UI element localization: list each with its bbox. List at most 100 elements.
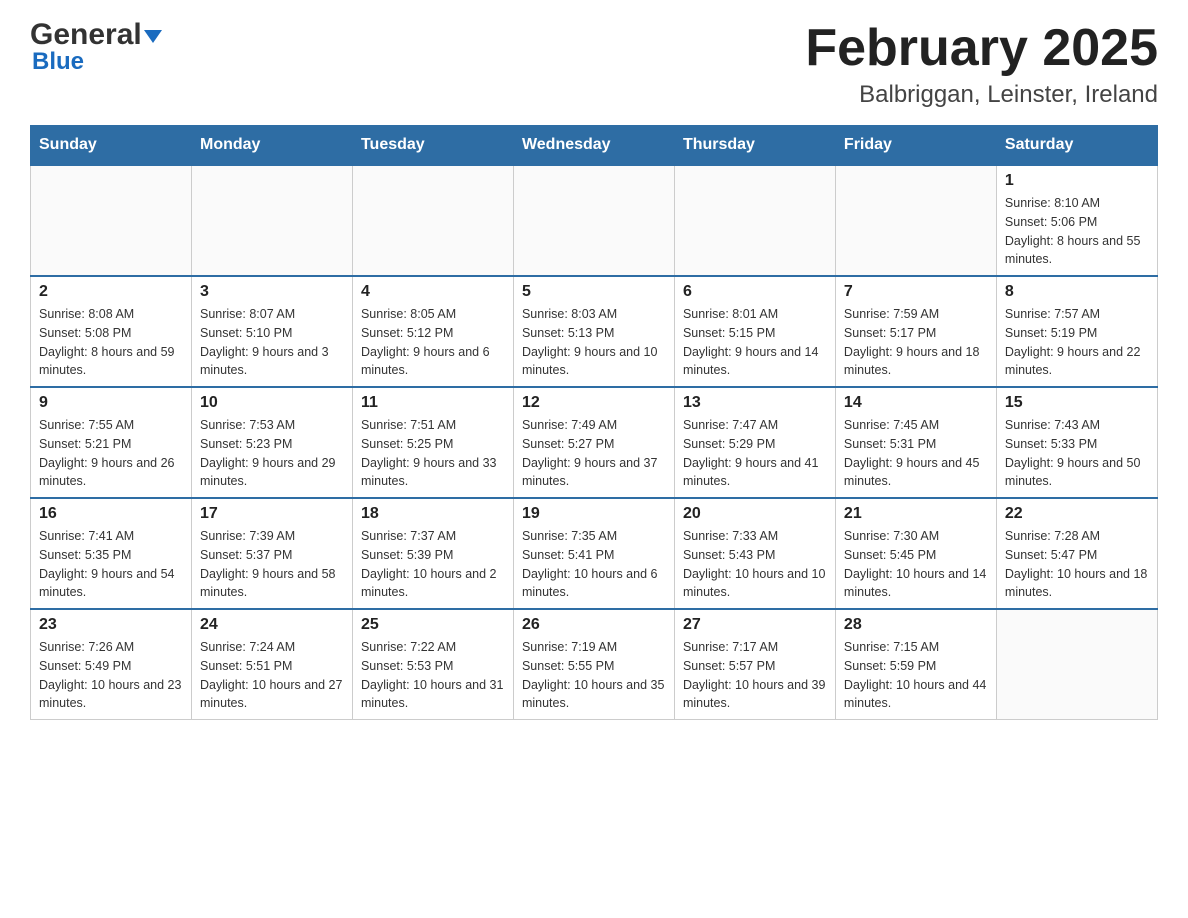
day-info: Sunrise: 7:49 AM Sunset: 5:27 PM Dayligh… <box>522 416 666 491</box>
day-header-sunday: Sunday <box>31 126 192 166</box>
calendar-cell: 5 Sunrise: 8:03 AM Sunset: 5:13 PM Daylig… <box>513 276 674 387</box>
day-info: Sunrise: 7:26 AM Sunset: 5:49 PM Dayligh… <box>39 638 183 713</box>
day-info: Sunrise: 7:19 AM Sunset: 5:55 PM Dayligh… <box>522 638 666 713</box>
calendar-cell: 16Sunrise: 7:41 AM Sunset: 5:35 PM Dayli… <box>31 498 192 609</box>
calendar-cell: 26 Sunrise: 7:19 AM Sunset: 5:55 PM Dayli… <box>513 609 674 720</box>
calendar-cell: 19 Sunrise: 7:35 AM Sunset: 5:41 PM Dayli… <box>513 498 674 609</box>
calendar-header-row: SundayMondayTuesdayWednesdayThursdayFrid… <box>31 126 1158 166</box>
calendar-cell: 25 Sunrise: 7:22 AM Sunset: 5:53 PM Dayli… <box>352 609 513 720</box>
day-info: Sunrise: 7:17 AM Sunset: 5:57 PM Dayligh… <box>683 638 827 713</box>
calendar-week-1: 1 Sunrise: 8:10 AM Sunset: 5:06 PM Daylig… <box>31 165 1158 276</box>
day-info: Sunrise: 7:22 AM Sunset: 5:53 PM Dayligh… <box>361 638 505 713</box>
day-info: Sunrise: 7:41 AM Sunset: 5:35 PM Dayligh… <box>39 527 183 602</box>
day-number: 14 <box>844 394 988 412</box>
calendar-cell <box>191 165 352 276</box>
day-info: Sunrise: 7:30 AM Sunset: 5:45 PM Dayligh… <box>844 527 988 602</box>
day-info: Sunrise: 8:10 AM Sunset: 5:06 PM Dayligh… <box>1005 194 1149 269</box>
day-info: Sunrise: 7:51 AM Sunset: 5:25 PM Dayligh… <box>361 416 505 491</box>
day-info: Sunrise: 7:59 AM Sunset: 5:17 PM Dayligh… <box>844 305 988 380</box>
calendar-cell: 27 Sunrise: 7:17 AM Sunset: 5:57 PM Dayli… <box>674 609 835 720</box>
day-header-monday: Monday <box>191 126 352 166</box>
day-number: 9 <box>39 394 183 412</box>
day-number: 22 <box>1005 505 1149 523</box>
day-number: 7 <box>844 283 988 301</box>
day-number: 10 <box>200 394 344 412</box>
calendar-cell: 22 Sunrise: 7:28 AM Sunset: 5:47 PM Dayli… <box>996 498 1157 609</box>
calendar-cell: 18 Sunrise: 7:37 AM Sunset: 5:39 PM Dayli… <box>352 498 513 609</box>
calendar-cell <box>352 165 513 276</box>
day-info: Sunrise: 8:08 AM Sunset: 5:08 PM Dayligh… <box>39 305 183 380</box>
day-info: Sunrise: 7:53 AM Sunset: 5:23 PM Dayligh… <box>200 416 344 491</box>
day-number: 19 <box>522 505 666 523</box>
calendar-cell <box>31 165 192 276</box>
calendar-cell <box>674 165 835 276</box>
day-info: Sunrise: 7:37 AM Sunset: 5:39 PM Dayligh… <box>361 527 505 602</box>
month-title: February 2025 <box>805 20 1158 77</box>
calendar-cell: 21 Sunrise: 7:30 AM Sunset: 5:45 PM Dayli… <box>835 498 996 609</box>
day-info: Sunrise: 8:01 AM Sunset: 5:15 PM Dayligh… <box>683 305 827 380</box>
calendar-cell: 14 Sunrise: 7:45 AM Sunset: 5:31 PM Dayli… <box>835 387 996 498</box>
day-info: Sunrise: 7:55 AM Sunset: 5:21 PM Dayligh… <box>39 416 183 491</box>
day-number: 25 <box>361 616 505 634</box>
calendar-week-3: 9 Sunrise: 7:55 AM Sunset: 5:21 PM Daylig… <box>31 387 1158 498</box>
day-number: 18 <box>361 505 505 523</box>
day-info: Sunrise: 7:15 AM Sunset: 5:59 PM Dayligh… <box>844 638 988 713</box>
day-info: Sunrise: 7:43 AM Sunset: 5:33 PM Dayligh… <box>1005 416 1149 491</box>
calendar-cell: 10 Sunrise: 7:53 AM Sunset: 5:23 PM Dayli… <box>191 387 352 498</box>
day-info: Sunrise: 7:35 AM Sunset: 5:41 PM Dayligh… <box>522 527 666 602</box>
day-info: Sunrise: 7:24 AM Sunset: 5:51 PM Dayligh… <box>200 638 344 713</box>
day-number: 5 <box>522 283 666 301</box>
calendar-cell <box>996 609 1157 720</box>
day-info: Sunrise: 7:33 AM Sunset: 5:43 PM Dayligh… <box>683 527 827 602</box>
day-number: 17 <box>200 505 344 523</box>
calendar-cell <box>835 165 996 276</box>
calendar-week-4: 16Sunrise: 7:41 AM Sunset: 5:35 PM Dayli… <box>31 498 1158 609</box>
day-info: Sunrise: 8:03 AM Sunset: 5:13 PM Dayligh… <box>522 305 666 380</box>
day-info: Sunrise: 7:57 AM Sunset: 5:19 PM Dayligh… <box>1005 305 1149 380</box>
location-title: Balbriggan, Leinster, Ireland <box>805 81 1158 109</box>
calendar-cell: 1 Sunrise: 8:10 AM Sunset: 5:06 PM Daylig… <box>996 165 1157 276</box>
calendar-cell: 11 Sunrise: 7:51 AM Sunset: 5:25 PM Dayli… <box>352 387 513 498</box>
calendar-week-5: 23 Sunrise: 7:26 AM Sunset: 5:49 PM Dayli… <box>31 609 1158 720</box>
day-number: 13 <box>683 394 827 412</box>
day-header-wednesday: Wednesday <box>513 126 674 166</box>
calendar-cell: 17 Sunrise: 7:39 AM Sunset: 5:37 PM Dayli… <box>191 498 352 609</box>
calendar-cell: 12 Sunrise: 7:49 AM Sunset: 5:27 PM Dayli… <box>513 387 674 498</box>
calendar-cell: 3Sunrise: 8:07 AM Sunset: 5:10 PM Daylig… <box>191 276 352 387</box>
logo-blue: Blue <box>32 48 84 76</box>
day-number: 11 <box>361 394 505 412</box>
day-number: 26 <box>522 616 666 634</box>
day-number: 2 <box>39 283 183 301</box>
day-number: 1 <box>1005 172 1149 190</box>
day-number: 21 <box>844 505 988 523</box>
calendar-cell: 24Sunrise: 7:24 AM Sunset: 5:51 PM Dayli… <box>191 609 352 720</box>
calendar-cell: 4 Sunrise: 8:05 AM Sunset: 5:12 PM Daylig… <box>352 276 513 387</box>
day-number: 6 <box>683 283 827 301</box>
day-info: Sunrise: 7:39 AM Sunset: 5:37 PM Dayligh… <box>200 527 344 602</box>
logo-general: General <box>30 18 142 51</box>
day-info: Sunrise: 7:45 AM Sunset: 5:31 PM Dayligh… <box>844 416 988 491</box>
calendar-cell <box>513 165 674 276</box>
day-number: 12 <box>522 394 666 412</box>
calendar-cell: 23 Sunrise: 7:26 AM Sunset: 5:49 PM Dayli… <box>31 609 192 720</box>
day-header-saturday: Saturday <box>996 126 1157 166</box>
calendar-cell: 20 Sunrise: 7:33 AM Sunset: 5:43 PM Dayli… <box>674 498 835 609</box>
day-number: 4 <box>361 283 505 301</box>
calendar-table: SundayMondayTuesdayWednesdayThursdayFrid… <box>30 125 1158 720</box>
day-info: Sunrise: 8:07 AM Sunset: 5:10 PM Dayligh… <box>200 305 344 380</box>
day-info: Sunrise: 7:28 AM Sunset: 5:47 PM Dayligh… <box>1005 527 1149 602</box>
day-number: 8 <box>1005 283 1149 301</box>
day-info: Sunrise: 7:47 AM Sunset: 5:29 PM Dayligh… <box>683 416 827 491</box>
logo: General Blue <box>30 20 162 76</box>
calendar-cell: 8 Sunrise: 7:57 AM Sunset: 5:19 PM Daylig… <box>996 276 1157 387</box>
day-number: 20 <box>683 505 827 523</box>
calendar-cell: 6 Sunrise: 8:01 AM Sunset: 5:15 PM Daylig… <box>674 276 835 387</box>
day-header-tuesday: Tuesday <box>352 126 513 166</box>
calendar-cell: 9 Sunrise: 7:55 AM Sunset: 5:21 PM Daylig… <box>31 387 192 498</box>
day-header-thursday: Thursday <box>674 126 835 166</box>
day-number: 15 <box>1005 394 1149 412</box>
day-info: Sunrise: 8:05 AM Sunset: 5:12 PM Dayligh… <box>361 305 505 380</box>
day-number: 23 <box>39 616 183 634</box>
calendar-cell: 7 Sunrise: 7:59 AM Sunset: 5:17 PM Daylig… <box>835 276 996 387</box>
day-number: 27 <box>683 616 827 634</box>
